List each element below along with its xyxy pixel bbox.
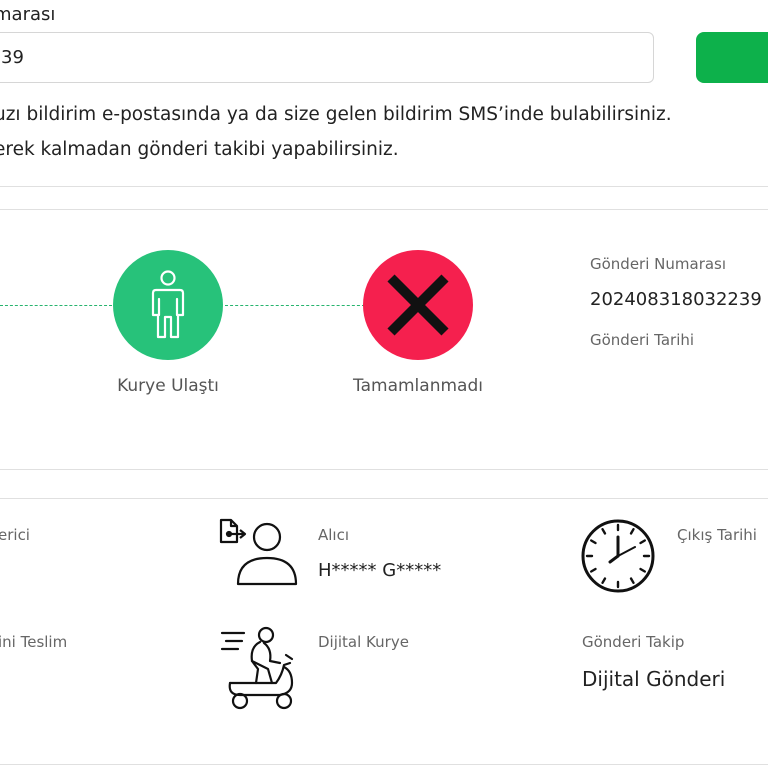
step-not-completed-circle	[363, 250, 473, 360]
info-text-line2: erek kalmadan gönderi takibi yapabilirsi…	[0, 139, 399, 160]
progress-connector	[0, 305, 112, 306]
step-label-courier-arrived: Kurye Ulaştı	[117, 376, 219, 396]
shipment-tracking-value: Dijital Gönderi	[582, 667, 726, 691]
divider	[0, 186, 768, 187]
shipment-number-label: Gönderi Numarası	[590, 255, 727, 273]
delivery-label: ini Teslim	[0, 633, 68, 651]
divider	[0, 764, 768, 765]
shipment-number-value: 202408318032239	[590, 289, 762, 310]
info-text-line1: uzı bildirim e-postasında ya da size gel…	[0, 104, 672, 125]
divider	[0, 498, 768, 499]
query-button[interactable]	[696, 32, 768, 83]
departure-date-label: Çıkış Tarihi	[677, 526, 757, 544]
recipient-label: Alıcı	[318, 526, 350, 544]
tracking-number-input[interactable]	[0, 32, 654, 83]
tracking-number-label: marası	[0, 4, 56, 25]
recipient-icon	[218, 518, 298, 586]
step-courier-arrived-circle	[113, 250, 223, 360]
step-label-not-completed: Tamamlanmadı	[353, 376, 483, 396]
shipment-tracking-label: Gönderi Takip	[582, 633, 685, 651]
scooter-courier-icon	[220, 625, 300, 711]
sender-label: erici	[0, 526, 30, 544]
clock-icon	[580, 518, 656, 594]
progress-connector	[225, 305, 365, 306]
person-icon	[151, 270, 185, 339]
shipment-date-label: Gönderi Tarihi	[590, 331, 695, 349]
divider	[0, 469, 768, 470]
x-icon	[387, 274, 449, 336]
digital-courier-label: Dijital Kurye	[318, 633, 409, 651]
divider	[0, 209, 768, 210]
recipient-value: H***** G*****	[318, 560, 442, 581]
